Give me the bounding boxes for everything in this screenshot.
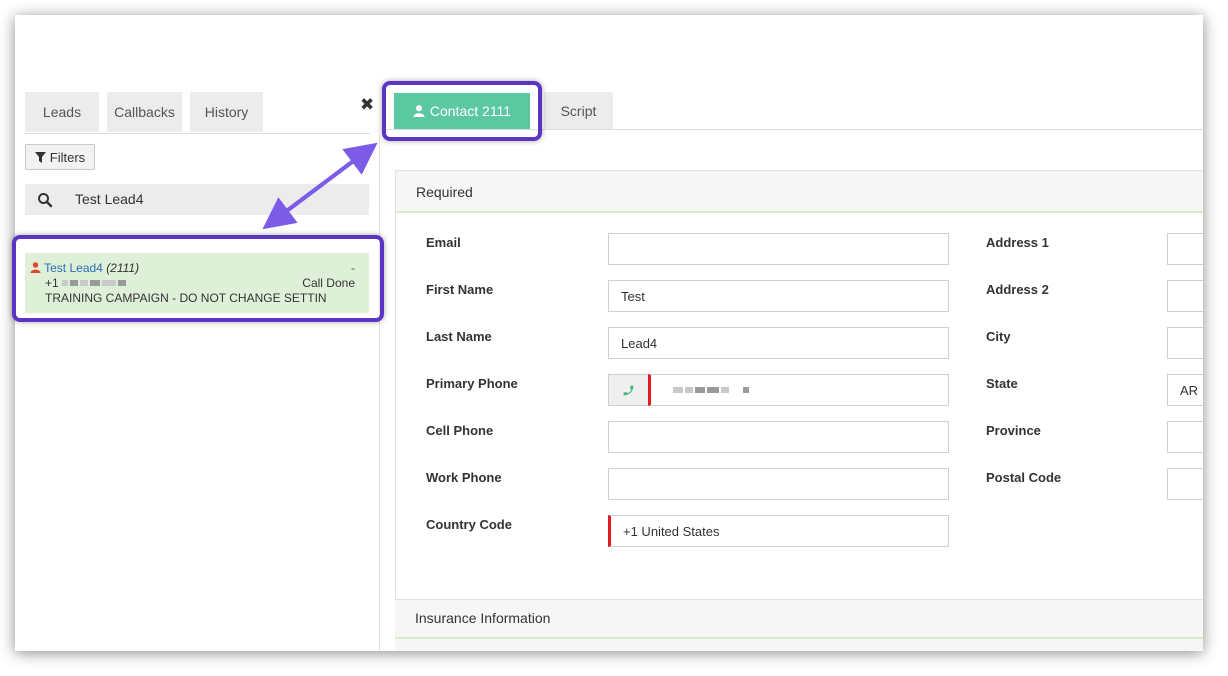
double-arrow-icon: [262, 142, 378, 230]
